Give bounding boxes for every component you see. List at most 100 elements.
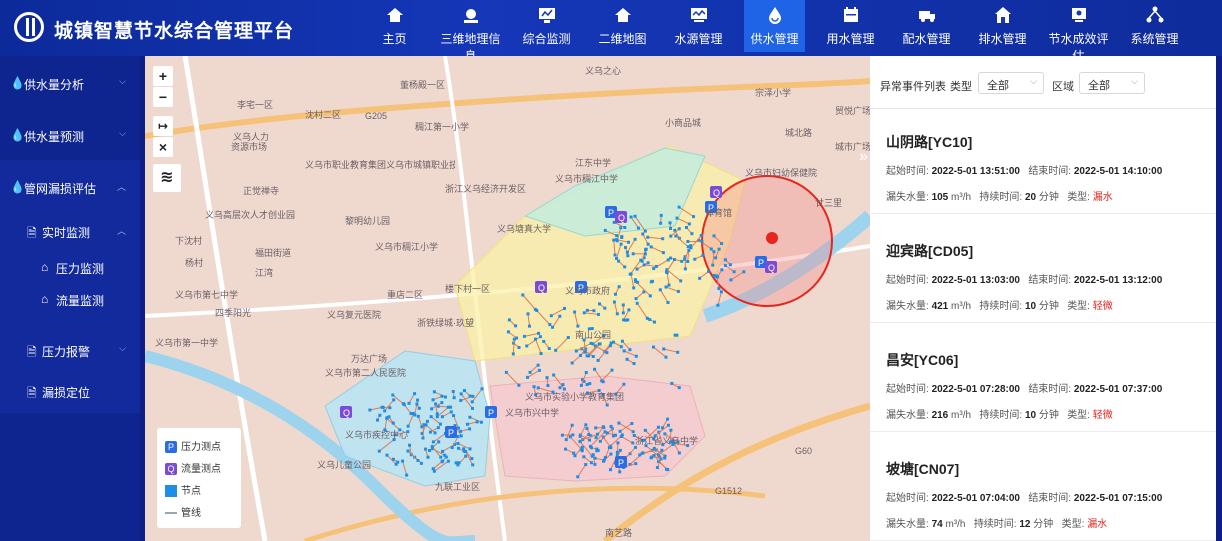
document-icon: 🗎 <box>27 226 37 240</box>
pipe-node <box>387 415 391 419</box>
pipe-node <box>417 406 421 410</box>
area-select[interactable]: 全部 ⌵ <box>1079 72 1145 94</box>
pipe-node <box>594 426 598 430</box>
pipe-node <box>605 403 609 407</box>
pipe-node <box>634 354 638 358</box>
pipe-node <box>378 413 382 417</box>
pipe-node <box>633 214 637 218</box>
nav-water-source[interactable]: 水源管理 <box>668 0 729 52</box>
pipe-node <box>470 400 474 404</box>
nav-evaluation[interactable]: 节水成效评估 <box>1048 0 1109 63</box>
pipe-node <box>561 383 565 387</box>
pipe-node <box>554 348 558 352</box>
nav-supply[interactable]: 供水管理 <box>744 0 805 52</box>
map-place-label: 贸悦广场 <box>835 106 870 116</box>
pipe-node <box>391 393 395 397</box>
pipe-node <box>435 415 439 419</box>
nav-label: 排水管理 <box>978 32 1027 46</box>
pipe-node <box>714 256 718 260</box>
nav-usage[interactable]: 用水管理 <box>820 0 881 52</box>
type-label: 类型 <box>950 81 972 93</box>
pipe-node <box>415 402 419 406</box>
pipe-node <box>428 449 432 453</box>
pipe-node <box>440 394 444 398</box>
pipe-node <box>457 461 461 465</box>
event-detail-row: 漏失水量: 74 m³/h 持续时间: 12 分钟 类型: 漏水 <box>886 515 1107 530</box>
nav-home[interactable]: 主页 <box>364 0 425 52</box>
nav-3d-gis[interactable]: 三维地理信息 <box>440 0 501 63</box>
pipe-node <box>679 279 683 283</box>
pipe-node <box>440 401 444 405</box>
pipe-node <box>617 421 621 425</box>
map-place-label: 重店二区 <box>387 290 424 300</box>
map-place-label: 城北路 <box>785 128 813 138</box>
pipe-node <box>664 270 668 274</box>
sidebar-item-label: 漏损定位 <box>42 386 91 400</box>
pipe-node <box>558 386 562 390</box>
map-view[interactable]: PPPPQQQQPPPQ 义乌之心 董杨殿一区 李宅一区 沈村二区 义乌人力 资源市场 稠江… <box>145 56 870 541</box>
map-place-label: 义乌复元医院 <box>327 310 382 320</box>
nav-system[interactable]: 系统管理 <box>1124 0 1185 52</box>
pipe-node <box>506 330 510 334</box>
pipe-node <box>443 395 447 399</box>
nav-2d-map[interactable]: 二维地图 <box>592 0 653 52</box>
event-card[interactable]: 坡塘[CN07] 起始时间: 2022-5-01 07:04:00 结束时间: 2… <box>870 435 1216 541</box>
pipe-node <box>598 439 602 443</box>
pipe-node <box>440 415 444 419</box>
nav-distribution[interactable]: 配水管理 <box>896 0 957 52</box>
legend-flow: Q 流量测点 <box>165 460 221 475</box>
pipe-node <box>588 382 592 386</box>
pipe-node <box>596 358 600 362</box>
pipe-node <box>700 240 704 244</box>
pipe-node <box>654 264 658 268</box>
duration-value: 12 <box>1019 519 1031 530</box>
zoom-out-button[interactable]: − <box>153 87 173 107</box>
loss-value: 421 <box>931 301 949 312</box>
pipe-node <box>690 232 694 236</box>
document-icon: 🗎 <box>27 345 37 359</box>
measure-button[interactable]: ↦ <box>153 116 173 136</box>
zoom-in-button[interactable]: + <box>153 66 173 86</box>
event-card[interactable]: 昌安[YC06] 起始时间: 2022-5-01 07:28:00 结束时间: 2… <box>870 326 1216 432</box>
event-type-badge: 轻微 <box>1092 410 1113 421</box>
end-label: 结束时间: <box>1028 275 1072 286</box>
loss-unit: m³/h <box>951 301 972 312</box>
pipe-node <box>699 234 703 238</box>
map-place-label: 四季阳光 <box>215 308 252 318</box>
logo-icon <box>14 12 44 42</box>
pipe-node <box>408 443 412 447</box>
pipe-node <box>383 409 387 413</box>
legend-label: 管线 <box>181 508 201 519</box>
map-place-label: 九联工业区 <box>435 482 481 492</box>
pipe-node <box>657 453 661 457</box>
event-card[interactable]: 迎宾路[CD05] 起始时间: 2022-5-01 13:03:00 结束时间: … <box>870 217 1216 323</box>
pipe-node <box>655 466 659 470</box>
home-outline-icon: ⌂ <box>41 292 49 306</box>
pipe-node <box>711 263 715 267</box>
pipe-node <box>676 289 680 293</box>
layers-button[interactable]: ≋ <box>153 164 181 192</box>
pressure-point-icon: P <box>165 441 177 453</box>
pipe-node <box>588 444 592 448</box>
pipe-node <box>558 314 562 318</box>
pipe-node <box>632 286 636 290</box>
pipe-node <box>742 270 746 274</box>
map-place-label: 义乌市政府 <box>565 286 611 296</box>
pipe-node <box>468 415 472 419</box>
map-place-label: 义乌市第一中学 <box>155 338 219 348</box>
pipe-node <box>712 250 716 254</box>
pipe-node <box>649 245 653 249</box>
nav-monitor[interactable]: 综合监测 <box>516 0 577 52</box>
pipe-node <box>612 300 616 304</box>
expand-panel-icon[interactable]: » <box>859 148 868 166</box>
leak-location-marker[interactable] <box>766 232 778 244</box>
nav-drainage[interactable]: 排水管理 <box>972 0 1033 52</box>
type-select[interactable]: 全部 ⌵ <box>978 72 1044 94</box>
pipe-node <box>626 254 630 258</box>
clear-button[interactable]: × <box>153 137 173 157</box>
pipe-node <box>419 461 423 465</box>
event-card[interactable]: 山阴路[YC10] 起始时间: 2022-5-01 13:51:00 结束时间: … <box>870 108 1216 214</box>
pipe-node <box>480 387 484 391</box>
event-filter-bar: 异常事件列表 类型 全部 ⌵ 区域 全部 ⌵ <box>870 56 1216 109</box>
marker-letter: Q <box>618 213 625 223</box>
